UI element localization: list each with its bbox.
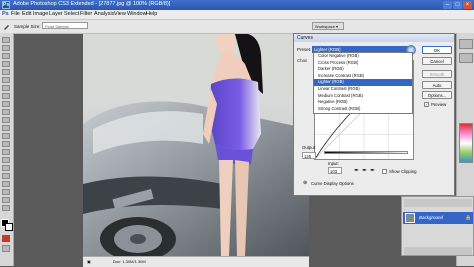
- preset-label: Preset:: [297, 47, 312, 52]
- crop-tool-icon[interactable]: [2, 69, 10, 75]
- swatches-icon[interactable]: [459, 123, 473, 163]
- menu-file[interactable]: File: [11, 11, 20, 17]
- menu-window[interactable]: Window: [127, 11, 147, 17]
- channel-label: Chan: [297, 58, 308, 63]
- type-tool-icon[interactable]: [2, 157, 10, 163]
- pen-tool-icon[interactable]: [2, 149, 10, 155]
- quick-mask-icon[interactable]: [2, 235, 10, 242]
- path-selection-tool-icon[interactable]: [2, 165, 10, 171]
- shape-tool-icon[interactable]: [2, 173, 10, 179]
- screen-mode-icon[interactable]: [2, 245, 10, 252]
- clone-stamp-tool-icon[interactable]: [2, 101, 10, 107]
- layers-panel-header: [404, 199, 472, 207]
- preset-option[interactable]: Cross Process (RGB): [314, 60, 412, 67]
- preset-option[interactable]: Darker (RGB): [314, 66, 412, 73]
- zoom-percent: ▣: [87, 259, 91, 264]
- menu-help[interactable]: Help: [146, 11, 157, 17]
- tools-panel: [0, 33, 14, 266]
- menu-select[interactable]: Select: [64, 11, 79, 17]
- window-title: Adobe Photoshop CS3 Extended - [27877.jp…: [13, 1, 171, 7]
- minimize-button[interactable]: –: [443, 1, 452, 9]
- doc-size: Doc: 1.30M/1.30M: [113, 259, 146, 264]
- histogram-icon[interactable]: [459, 53, 473, 63]
- input-gradient-bar: [324, 151, 408, 154]
- healing-brush-tool-icon[interactable]: [2, 85, 10, 91]
- navigator-icon[interactable]: [459, 39, 473, 49]
- preset-option[interactable]: Color Negative (RGB): [314, 53, 412, 60]
- close-button[interactable]: ×: [463, 1, 472, 9]
- hand-tool-icon[interactable]: [2, 197, 10, 203]
- cancel-button[interactable]: Cancel: [422, 57, 452, 65]
- auto-button[interactable]: Auto: [422, 81, 452, 89]
- sample-size-label: Sample Size:: [14, 24, 41, 29]
- ok-button[interactable]: OK: [422, 46, 452, 54]
- output-label: Output:: [302, 145, 317, 150]
- input-field[interactable]: 103: [328, 167, 342, 174]
- eyedropper-tool-button[interactable]: [2, 189, 10, 195]
- white-point-eyedropper-icon[interactable]: ✒: [370, 167, 375, 174]
- input-label: Input:: [328, 161, 339, 166]
- preview-checkbox[interactable]: ✓: [424, 102, 429, 107]
- title-bar: Ps Adobe Photoshop CS3 Extended - [27877…: [0, 0, 474, 10]
- workspace-button[interactable]: Workspace ▾: [312, 22, 344, 30]
- smooth-button[interactable]: Smooth: [422, 70, 452, 78]
- layer-row[interactable]: Background 🔒: [403, 212, 473, 224]
- black-point-eyedropper-icon[interactable]: ✒: [354, 167, 359, 174]
- document-canvas[interactable]: [83, 34, 309, 256]
- preset-option[interactable]: Increase Contrast (RGB): [314, 73, 412, 80]
- eyedropper-tool-icon[interactable]: [3, 23, 10, 30]
- menu-bar: Ps File Edit Image Layer Select Filter A…: [0, 10, 474, 20]
- menu-image[interactable]: Image: [33, 11, 48, 17]
- preview-label: Preview: [431, 102, 447, 107]
- notes-tool-icon[interactable]: [2, 181, 10, 187]
- history-brush-tool-icon[interactable]: [2, 109, 10, 115]
- preset-option[interactable]: Strong Contrast (RGB): [314, 106, 412, 113]
- dodge-tool-icon[interactable]: [2, 141, 10, 147]
- show-clipping-label: Show Clipping: [389, 169, 417, 174]
- preset-dropdown-list: Color Negative (RGB) Cross Process (RGB)…: [313, 52, 413, 114]
- blur-tool-icon[interactable]: [2, 133, 10, 139]
- menu-layer[interactable]: Layer: [49, 11, 63, 17]
- curve-display-options[interactable]: Curve Display Options: [311, 181, 354, 186]
- status-bar: ▣ Doc: 1.30M/1.30M: [83, 256, 309, 267]
- move-tool-icon[interactable]: [2, 37, 10, 43]
- preset-option[interactable]: Linear Contrast (RGB): [314, 86, 412, 93]
- layers-panel-footer: [404, 247, 472, 255]
- marquee-tool-icon[interactable]: [2, 45, 10, 51]
- brush-tool-icon[interactable]: [2, 93, 10, 99]
- magic-wand-tool-icon[interactable]: [2, 61, 10, 67]
- layer-name: Background: [419, 215, 444, 220]
- preset-option-selected[interactable]: Lighter (RGB): [314, 79, 412, 86]
- curves-title: Curves: [294, 34, 454, 42]
- layer-thumbnail: [405, 213, 415, 223]
- expand-toggle-icon[interactable]: ⊕: [303, 180, 307, 186]
- output-field[interactable]: 125: [302, 152, 316, 159]
- preset-option[interactable]: Medium Contrast (RGB): [314, 93, 412, 100]
- preset-option[interactable]: Negative (RGB): [314, 99, 412, 106]
- eraser-tool-icon[interactable]: [2, 117, 10, 123]
- slice-tool-icon[interactable]: [2, 77, 10, 83]
- gradient-tool-icon[interactable]: [2, 125, 10, 131]
- lock-icon: 🔒: [465, 215, 472, 221]
- zoom-tool-icon[interactable]: [2, 205, 10, 211]
- menu-view[interactable]: View: [114, 11, 126, 17]
- options-bar: Sample Size: Point Sample Workspace ▾: [0, 20, 474, 34]
- ps-menu-icon[interactable]: Ps: [2, 11, 9, 17]
- options-button[interactable]: Options...: [422, 91, 452, 99]
- sample-size-select[interactable]: Point Sample: [42, 22, 88, 29]
- photoshop-logo-icon: Ps: [2, 1, 10, 9]
- show-clipping-checkbox[interactable]: [382, 169, 387, 174]
- maximize-button[interactable]: □: [453, 1, 462, 9]
- background-color-swatch[interactable]: [5, 223, 13, 231]
- lasso-tool-icon[interactable]: [2, 53, 10, 59]
- layers-panel: Background 🔒: [401, 196, 474, 256]
- photo-image: [83, 34, 309, 256]
- menu-edit[interactable]: Edit: [22, 11, 31, 17]
- gray-point-eyedropper-icon[interactable]: ✒: [362, 167, 367, 174]
- menu-filter[interactable]: Filter: [80, 11, 92, 17]
- menu-analysis[interactable]: Analysis: [94, 11, 114, 17]
